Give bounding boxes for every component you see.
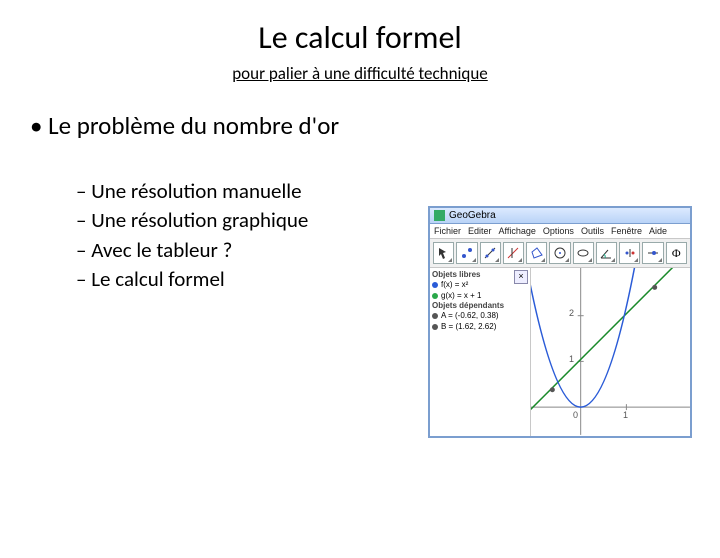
tool-segment[interactable] [503,242,524,264]
menu-item[interactable]: Aide [649,226,667,236]
menu-item[interactable]: Editer [468,226,492,236]
line-g [531,268,690,419]
algebra-panel: × Objets libres f(x) = x² g(x) = x + 1 O… [430,268,531,436]
tool-conic[interactable] [573,242,594,264]
axis-label: 2 [569,308,574,318]
menu-item[interactable]: Affichage [499,226,536,236]
slide-subtitle: pour palier à une difficulté technique [0,63,720,84]
algebra-item[interactable]: f(x) = x² [432,279,514,290]
toolbar: Φ [430,239,690,268]
menu-item[interactable]: Fenêtre [611,226,642,236]
point-a [550,387,555,392]
algebra-item[interactable]: g(x) = x + 1 [432,290,528,301]
visibility-dot-icon[interactable] [432,282,438,288]
menu-item[interactable]: Fichier [434,226,461,236]
geogebra-window: GeoGebra Fichier Editer Affichage Option… [428,206,692,438]
algebra-item[interactable]: B = (1.62, 2.62) [432,321,528,332]
tool-line[interactable] [480,242,501,264]
point-b [652,285,657,290]
algebra-item[interactable]: A = (-0.62, 0.38) [432,310,528,321]
menu-item[interactable]: Outils [581,226,604,236]
menu-item[interactable]: Options [543,226,574,236]
dep-objects-header: Objets dépendants [432,301,528,310]
tool-move[interactable] [433,242,454,264]
axis-label: 1 [623,410,628,420]
graphics-view[interactable]: 2 1 0 1 [531,268,690,436]
close-icon[interactable]: × [514,270,528,284]
tool-slider[interactable] [642,242,663,264]
visibility-dot-icon[interactable] [432,313,438,319]
window-titlebar: GeoGebra [430,208,690,224]
main-bullet: Le problème du nombre d'or [30,110,720,141]
app-icon [434,210,445,221]
tool-circle[interactable] [549,242,570,264]
visibility-dot-icon[interactable] [432,324,438,330]
tool-point[interactable] [456,242,477,264]
parabola-f [531,268,636,407]
tool-angle[interactable] [596,242,617,264]
sub-bullet: Une résolution manuelle [76,177,720,206]
slide-title: Le calcul formel [0,18,720,57]
tool-transform[interactable] [619,242,640,264]
app-name: GeoGebra [449,210,496,221]
axis-label: 1 [569,354,574,364]
menu-bar: Fichier Editer Affichage Options Outils … [430,224,690,239]
tool-text[interactable]: Φ [666,242,687,264]
tool-polygon[interactable] [526,242,547,264]
axis-label: 0 [573,410,578,420]
visibility-dot-icon[interactable] [432,293,438,299]
